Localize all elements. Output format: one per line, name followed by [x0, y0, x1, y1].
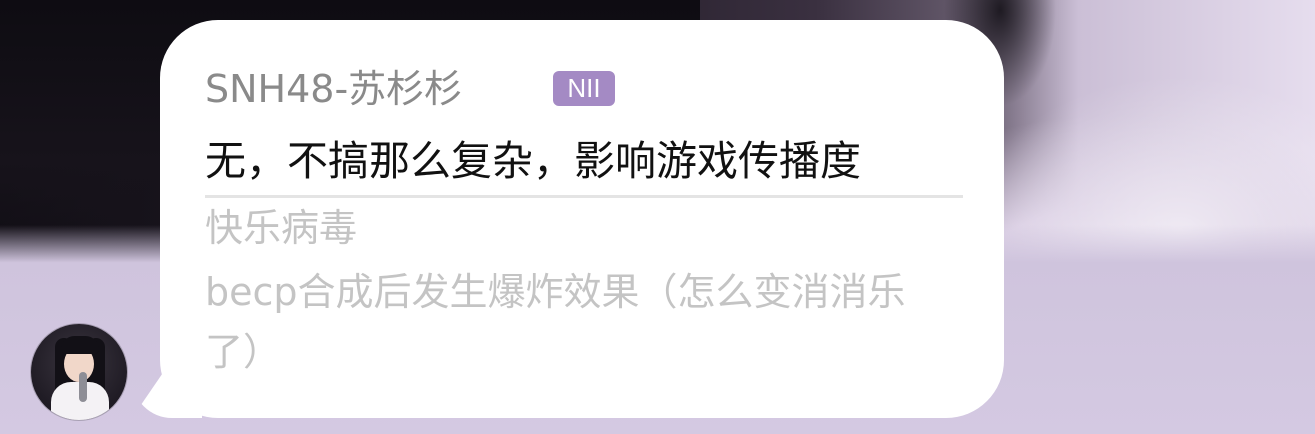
quoted-author: 快乐病毒 [205, 206, 358, 250]
microphone-icon [79, 372, 87, 402]
sender-name[interactable]: SNH48-苏杉杉 [205, 66, 462, 112]
message-text: 无，不搞那么复杂，影响游戏传播度 [205, 137, 861, 185]
avatar-bangs [61, 336, 99, 354]
quoted-text: becp合成后发生爆炸效果（怎么变消消乐了） [205, 270, 906, 374]
quote-divider [205, 195, 963, 198]
avatar[interactable] [31, 324, 127, 420]
team-badge: NII [553, 71, 615, 106]
